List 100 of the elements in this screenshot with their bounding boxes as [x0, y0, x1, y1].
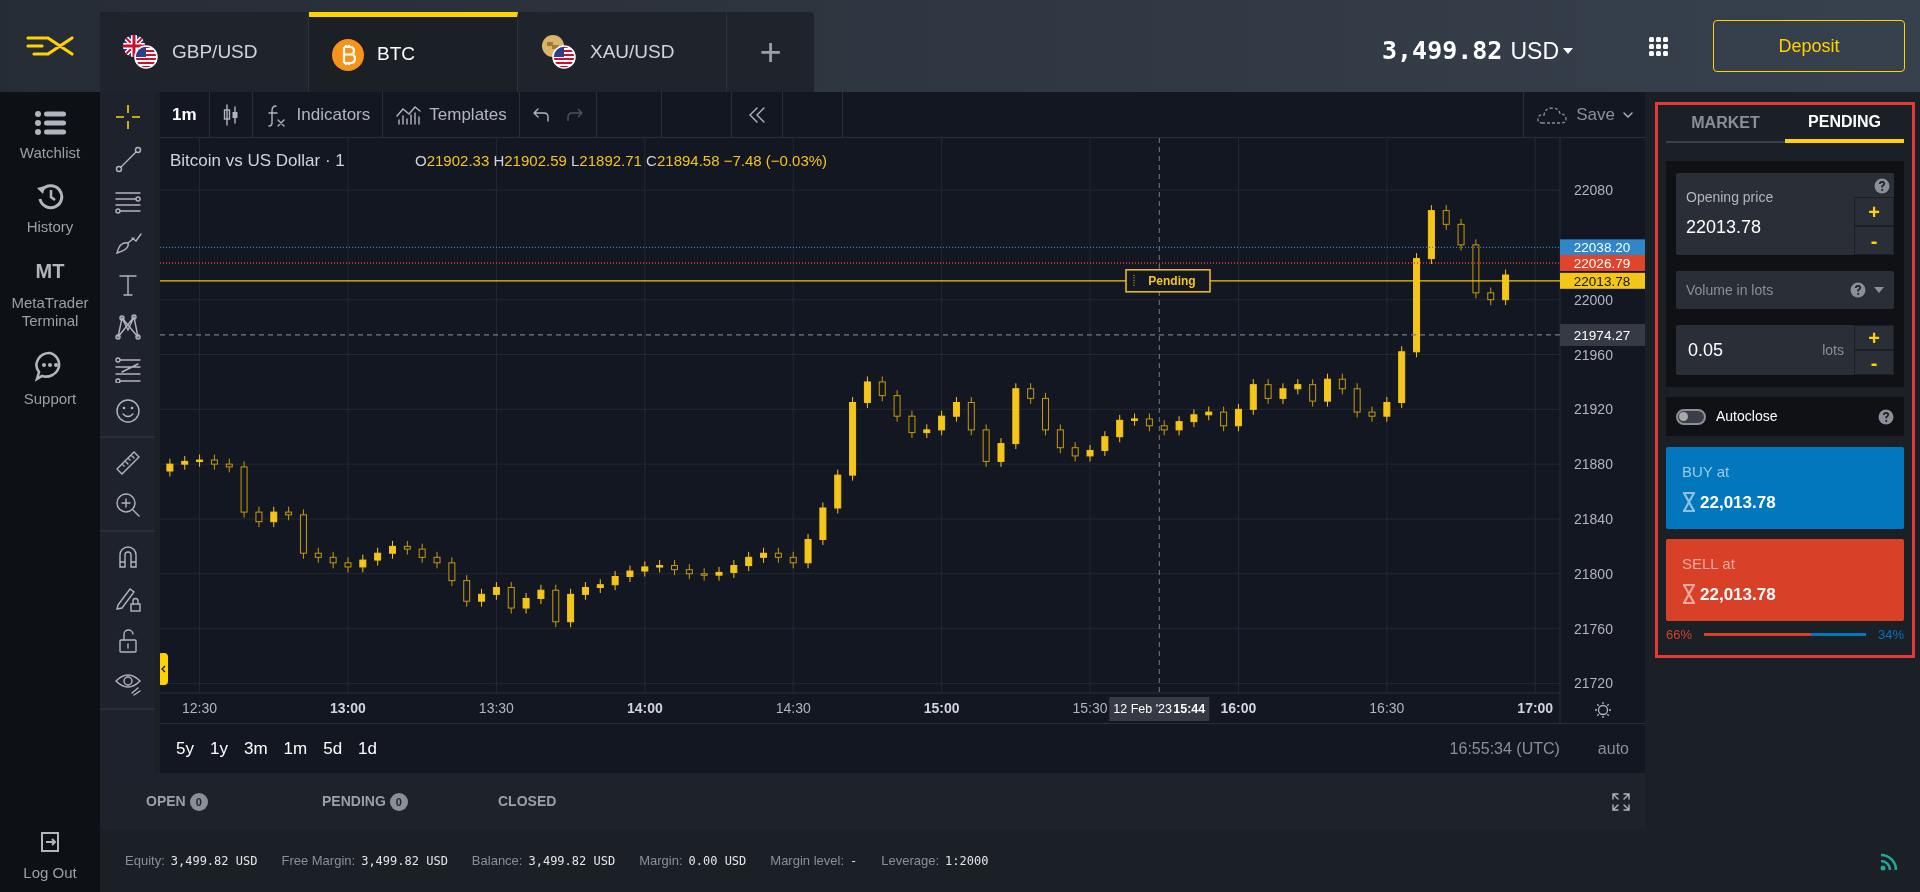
count-badge: 0 — [389, 792, 408, 811]
sell-button[interactable]: SELL at 22,013.78 — [1666, 539, 1904, 621]
crosshair-icon[interactable] — [113, 103, 142, 131]
rising-candle — [492, 581, 500, 601]
opening-price-field[interactable]: Opening price 22013.78 + - — [1676, 173, 1894, 255]
range-button[interactable]: 3m — [235, 735, 276, 762]
add-tab-button[interactable]: + — [727, 12, 814, 92]
instrument-tab[interactable]: XAU/USD — [518, 12, 727, 92]
positions-tab[interactable]: OPEN 0 — [140, 790, 316, 813]
increment-button[interactable]: + — [1854, 197, 1894, 226]
decrement-button[interactable]: - — [1854, 350, 1894, 375]
rising-candle — [611, 570, 619, 591]
rising-candle — [656, 559, 664, 573]
rising-candle — [581, 581, 589, 601]
rising-candle — [1190, 408, 1198, 428]
order-type-tab[interactable]: PENDING — [1785, 105, 1904, 143]
sidebar-label[interactable]: MetaTrader Terminal — [0, 294, 100, 330]
logout-label[interactable]: Log Out — [23, 864, 77, 882]
terminal-badge[interactable]: MT — [35, 256, 65, 286]
rising-candle — [938, 410, 946, 436]
fibonacci-icon[interactable] — [113, 355, 142, 383]
autoclose-toggle[interactable] — [1676, 408, 1706, 425]
status-value: 0.00 USD — [688, 853, 747, 870]
falling-candle — [1487, 286, 1495, 306]
currency-dropdown[interactable]: USD — [1510, 33, 1573, 69]
falling-candle — [1368, 406, 1376, 423]
rising-candle — [760, 547, 768, 564]
logo-icon — [24, 34, 76, 58]
bullion-flag-icon — [540, 34, 578, 70]
instrument-tab[interactable]: BTC — [309, 12, 518, 92]
list-icon[interactable] — [34, 110, 66, 136]
help-icon[interactable] — [1850, 282, 1866, 298]
history-icon[interactable] — [35, 182, 65, 210]
price-tag: 22038.20 — [1560, 239, 1645, 256]
positions-tab[interactable]: CLOSED — [492, 790, 668, 813]
rising-candle — [1234, 403, 1242, 432]
status-label: Leverage: — [881, 852, 940, 871]
status-value: 1:2000 — [945, 853, 989, 870]
sidebar-label[interactable]: History — [26, 218, 74, 236]
pattern-icon[interactable] — [113, 313, 142, 341]
logout-icon[interactable] — [38, 830, 62, 854]
status-label: Balance: — [471, 852, 523, 871]
candlestick-chart[interactable] — [160, 138, 1645, 723]
range-button[interactable]: 1d — [350, 735, 386, 762]
sidebar-label[interactable]: Watchlist — [19, 144, 81, 162]
volume-dropdown[interactable]: Volume in lots — [1676, 271, 1894, 309]
deposit-button[interactable]: Deposit — [1713, 20, 1905, 72]
rising-candle — [819, 502, 827, 546]
price-axis-label: 22080 — [1574, 182, 1613, 199]
help-icon[interactable] — [1874, 178, 1890, 194]
instrument-tab[interactable]: GBP/USD — [100, 12, 309, 92]
undo-icon[interactable] — [531, 108, 550, 122]
range-button[interactable]: 1m — [275, 735, 316, 762]
time-axis-label: 14:00 — [626, 700, 663, 716]
buy-button[interactable]: BUY at 22,013.78 — [1666, 447, 1904, 529]
expand-icon[interactable] — [1611, 792, 1631, 813]
pencil-lock-icon[interactable] — [113, 585, 142, 613]
smiley-icon[interactable] — [113, 397, 142, 425]
sidebar-label[interactable]: Support — [23, 390, 77, 408]
help-icon[interactable] — [1878, 408, 1894, 425]
decrement-button[interactable]: - — [1854, 226, 1894, 255]
rising-candle — [1012, 382, 1020, 450]
price-axis-label: 21840 — [1574, 510, 1613, 527]
coin-icon — [331, 37, 365, 72]
lots-field[interactable]: 0.05 lots + - — [1676, 325, 1894, 375]
status-value: 3,499.82 USD — [528, 853, 616, 870]
trend-line-icon[interactable] — [113, 145, 142, 173]
falling-candle — [1309, 378, 1317, 408]
range-button[interactable]: 5y — [168, 735, 202, 762]
order-type-tab[interactable]: MARKET — [1666, 105, 1785, 143]
time-axis-label: 16:00 — [1220, 700, 1257, 716]
rising-candle — [626, 565, 634, 583]
falling-candle — [1220, 406, 1228, 432]
falling-candle — [967, 396, 975, 436]
settings-icon[interactable] — [1594, 701, 1612, 719]
rising-candle — [1294, 378, 1302, 395]
falling-candle — [982, 423, 990, 468]
field-value: 0.05 — [1687, 338, 1724, 362]
falling-candle — [1027, 382, 1035, 405]
rising-candle — [374, 547, 382, 567]
collapse-handle[interactable] — [160, 653, 168, 685]
cloud-icon — [1536, 105, 1569, 125]
rising-candle — [1086, 444, 1094, 462]
zoom-in-icon[interactable] — [113, 491, 142, 519]
falling-candle — [878, 375, 886, 402]
increment-button[interactable]: + — [1854, 325, 1894, 350]
range-button[interactable]: 1y — [201, 735, 236, 762]
rising-candle — [730, 559, 738, 579]
caret-icon — [1874, 287, 1884, 293]
candles-icon[interactable] — [221, 103, 240, 127]
falling-candle — [507, 581, 515, 614]
pending-order-label[interactable]: Pending — [1125, 269, 1211, 293]
autoclose-label: Autoclose — [1716, 407, 1779, 426]
price-axis-label: 21960 — [1574, 346, 1613, 363]
range-button[interactable]: 5d — [315, 735, 351, 762]
rising-candle — [863, 375, 871, 409]
falling-candle — [774, 547, 782, 564]
positions-tab[interactable]: PENDING 0 — [316, 790, 492, 813]
auto-scale-button[interactable]: auto — [1589, 736, 1637, 761]
apps-grid-icon[interactable] — [1649, 36, 1668, 56]
